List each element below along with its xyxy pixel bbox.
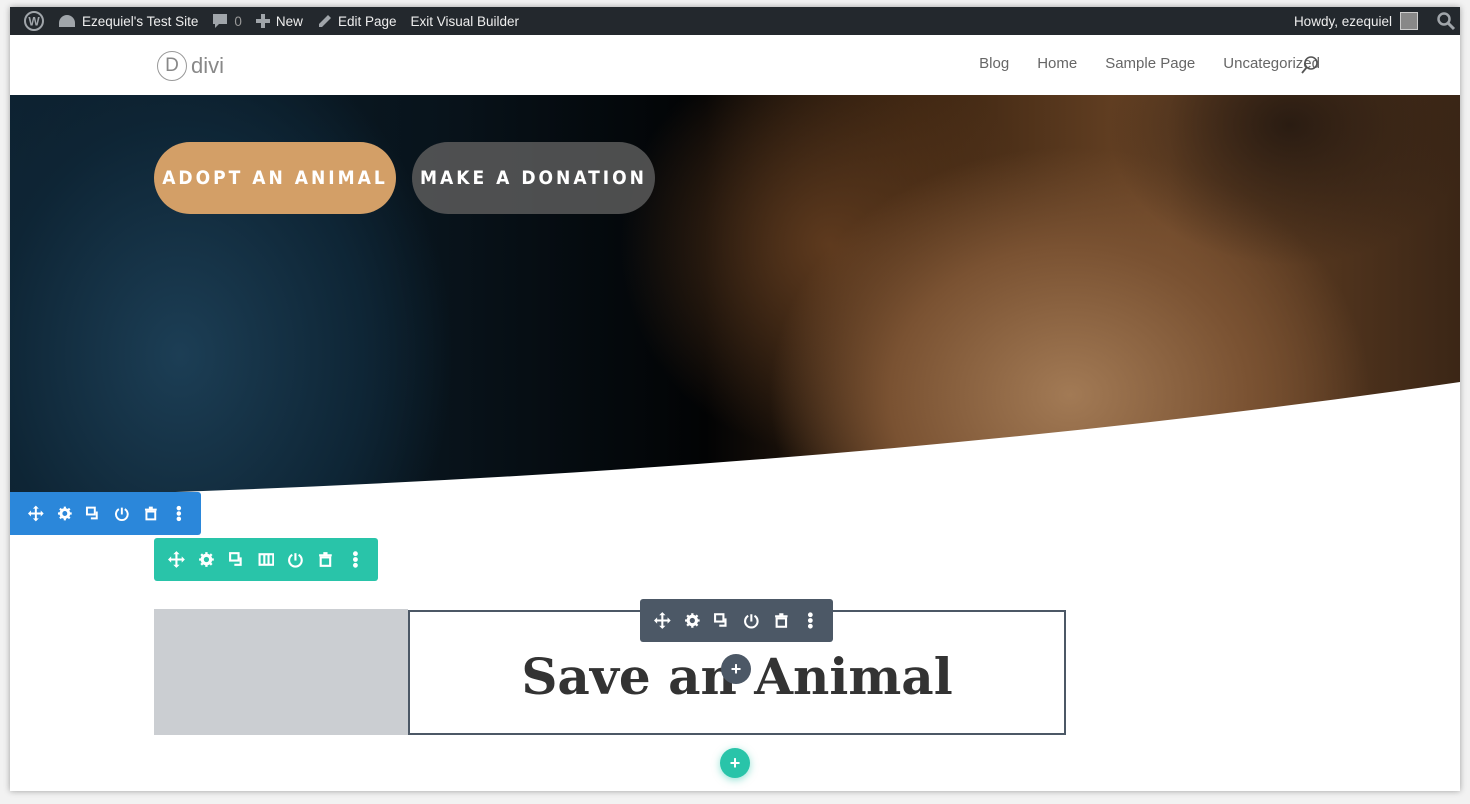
move-icon[interactable]	[654, 612, 671, 629]
move-icon[interactable]	[168, 551, 185, 568]
plus-icon: +	[730, 658, 742, 679]
add-module-button[interactable]: +	[721, 654, 751, 684]
empty-column[interactable]	[154, 609, 408, 735]
settings-icon[interactable]	[57, 505, 73, 522]
nav-sample-page[interactable]: Sample Page	[1105, 55, 1195, 72]
move-icon[interactable]	[28, 505, 44, 522]
adopt-animal-button[interactable]: ADOPT AN ANIMAL	[154, 142, 396, 214]
section-divider	[10, 382, 1460, 507]
account-menu[interactable]: Howdy, ezequiel	[1294, 14, 1392, 29]
add-row-button[interactable]: +	[720, 748, 750, 778]
avatar[interactable]	[1400, 12, 1418, 30]
more-icon[interactable]	[802, 612, 819, 629]
nav-home[interactable]: Home	[1037, 55, 1077, 72]
site-name-link[interactable]: Ezequiel's Test Site	[58, 13, 198, 29]
page-frame: W Ezequiel's Test Site 0 New Edit Page E…	[10, 7, 1460, 791]
plus-icon: +	[729, 752, 741, 773]
trash-icon[interactable]	[773, 612, 790, 629]
exit-visual-builder-link[interactable]: Exit Visual Builder	[410, 14, 519, 29]
new-link[interactable]: New	[255, 14, 303, 29]
power-icon[interactable]	[114, 505, 130, 522]
wp-admin-bar: W Ezequiel's Test Site 0 New Edit Page E…	[10, 7, 1460, 35]
module-toolbar	[640, 599, 833, 642]
comments-link[interactable]: 0	[212, 13, 242, 29]
edit-page-link[interactable]: Edit Page	[317, 14, 396, 29]
more-icon[interactable]	[347, 551, 364, 568]
nav-blog[interactable]: Blog	[979, 55, 1009, 72]
svg-text:W: W	[28, 15, 40, 29]
power-icon[interactable]	[743, 612, 760, 629]
section-toolbar	[10, 492, 201, 535]
power-icon[interactable]	[287, 551, 304, 568]
trash-icon[interactable]	[143, 505, 159, 522]
search-icon[interactable]	[1300, 55, 1320, 75]
duplicate-icon[interactable]	[228, 551, 245, 568]
more-icon[interactable]	[171, 505, 187, 522]
duplicate-icon[interactable]	[85, 505, 101, 522]
settings-icon[interactable]	[684, 612, 701, 629]
site-header: Ddivi Blog Home Sample Page Uncategorize…	[10, 35, 1460, 95]
row-toolbar	[154, 538, 378, 581]
columns-icon[interactable]	[258, 551, 275, 568]
wordpress-logo-icon[interactable]: W	[24, 11, 44, 31]
search-icon[interactable]	[1436, 11, 1456, 31]
main-nav: Blog Home Sample Page Uncategorized	[979, 55, 1320, 72]
trash-icon[interactable]	[317, 551, 334, 568]
site-logo[interactable]: Ddivi	[157, 51, 224, 81]
settings-icon[interactable]	[198, 551, 215, 568]
make-donation-button[interactable]: MAKE A DONATION	[412, 142, 655, 214]
duplicate-icon[interactable]	[713, 612, 730, 629]
